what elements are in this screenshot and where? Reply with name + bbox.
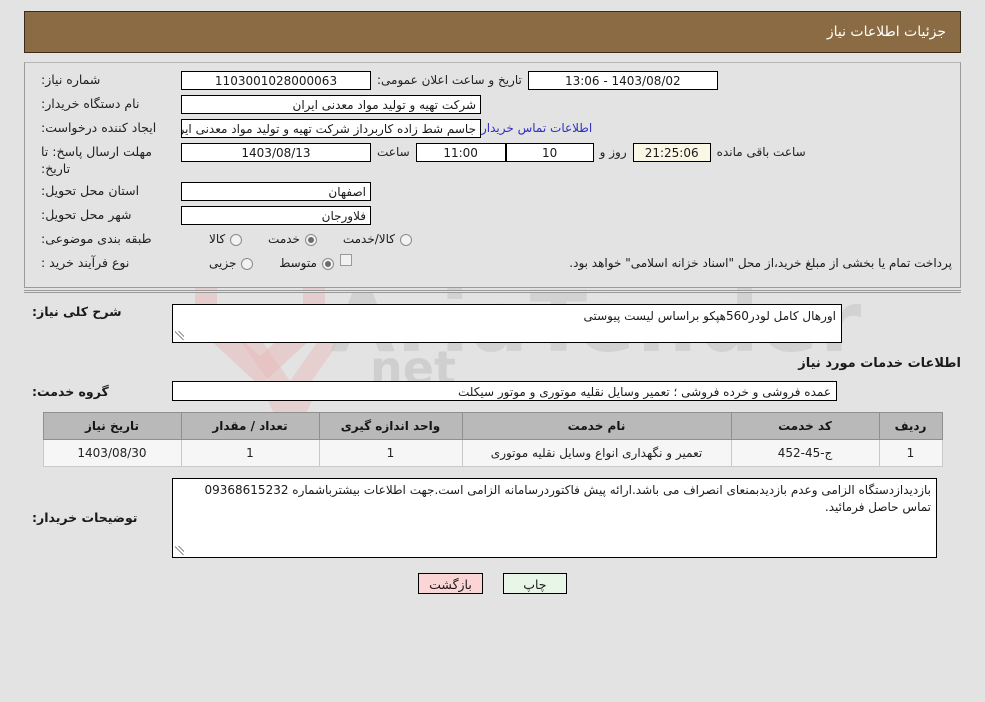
creator-value: جاسم شط زاده کاربرداز شرکت تهیه و تولید … — [181, 119, 481, 138]
public-announce-label: تاریخ و ساعت اعلان عمومی: — [377, 73, 522, 87]
process-option-0-label: جزیی — [209, 256, 237, 270]
row-deadline: ساعت باقی مانده 21:25:06 روز و 10 11:00 … — [25, 143, 960, 177]
services-heading: اطلاعات خدمات مورد نیاز — [798, 356, 961, 371]
th-name: نام خدمت — [461, 412, 732, 440]
creator-label: ایجاد کننده درخواست: — [41, 120, 157, 135]
deadline-date-value: 1403/08/13 — [181, 143, 371, 162]
page-root: جزئیات اطلاعات نیاز 13:06 - 1403/08/02 ت… — [0, 11, 985, 594]
row-service-group: عمده فروشی و خرده فروشی ؛ تعمیر وسایل نق… — [24, 381, 961, 401]
row-creator: اطلاعات تماس خریدار جاسم شط زاده کاربردا… — [25, 119, 960, 138]
public-announce-value: 13:06 - 1403/08/02 — [527, 71, 718, 90]
province-value: اصفهان — [181, 182, 371, 201]
treasury-checkbox[interactable] — [339, 254, 352, 266]
action-buttons: بازگشت چاپ — [24, 573, 961, 594]
th-unit: واحد اندازه گیری — [318, 412, 463, 440]
category-option-0-label: کالا — [209, 232, 226, 246]
category-option-0[interactable]: کالا — [209, 230, 243, 249]
deadline-time-value: 11:00 — [415, 143, 506, 162]
row-province: اصفهان استان محل تحویل: — [25, 182, 960, 201]
services-section: اورهال کامل لودر560هپکو براساس لیست پیوس… — [24, 293, 961, 594]
buyer-notes-textarea[interactable]: بازدیدازدستگاه الزامی وعدم بازدیدبمنعای … — [172, 478, 937, 558]
cell-index: 1 — [878, 439, 943, 467]
radio-icon[interactable] — [241, 257, 254, 270]
cell-code: ج-45-452 — [730, 439, 880, 467]
buyer-notes-label: توضیحات خریدار: — [32, 510, 138, 525]
row-process: پرداخت تمام یا بخشی از مبلغ خرید،از محل … — [25, 254, 960, 273]
hour-label: ساعت — [377, 145, 410, 159]
process-label: نوع فرآیند خرید : — [41, 255, 130, 270]
process-option-1-label: متوسط — [279, 256, 317, 270]
th-index: ردیف — [878, 412, 943, 440]
category-option-1-label: خدمت — [268, 232, 300, 246]
general-description-textarea[interactable]: اورهال کامل لودر560هپکو براساس لیست پیوس… — [172, 304, 842, 343]
page-header-bar: جزئیات اطلاعات نیاز — [24, 11, 961, 53]
category-option-2-label: کالا/خدمت — [342, 232, 395, 246]
buyer-org-value: شرکت تهیه و تولید مواد معدنی ایران — [181, 95, 481, 114]
service-group-label: گروه خدمت: — [32, 383, 109, 399]
row-city: فلاورجان شهر محل تحویل: — [25, 206, 960, 225]
radio-icon[interactable] — [321, 257, 334, 270]
service-group-value: عمده فروشی و خرده فروشی ؛ تعمیر وسایل نق… — [172, 381, 837, 401]
row-category: کالا/خدمت خدمت کالا طبقه بندی موضوعی: — [25, 230, 960, 249]
treasury-note: پرداخت تمام یا بخشی از مبلغ خرید،از محل … — [569, 256, 952, 270]
row-need-number: 13:06 - 1403/08/02 تاریخ و ساعت اعلان عم… — [25, 71, 960, 90]
radio-icon[interactable] — [400, 233, 412, 246]
th-quantity: تعداد / مقدار — [180, 412, 320, 440]
buyer-org-label: نام دستگاه خریدار: — [41, 96, 140, 111]
radio-icon[interactable] — [230, 233, 243, 246]
print-button[interactable]: چاپ — [502, 573, 567, 594]
table-row: 1 ج-45-452 تعمیر و نگهداری انواع وسایل ن… — [42, 439, 943, 467]
process-option-1[interactable]: متوسط — [279, 254, 334, 273]
category-option-2[interactable]: کالا/خدمت — [343, 230, 412, 249]
need-number-label: شماره نیاز: — [41, 72, 101, 87]
radio-icon[interactable] — [304, 233, 317, 246]
cell-need-date: 1403/08/30 — [42, 439, 182, 467]
need-info-grid: 13:06 - 1403/08/02 تاریخ و ساعت اعلان عم… — [25, 63, 960, 287]
cell-quantity: 1 — [180, 439, 320, 467]
process-option-0[interactable]: جزیی — [209, 254, 254, 273]
row-buyer-org: شرکت تهیه و تولید مواد معدنی ایران نام د… — [25, 95, 960, 114]
cell-name: تعمیر و نگهداری انواع وسایل نقلیه موتوری — [461, 439, 732, 467]
remaining-label: ساعت باقی مانده — [716, 145, 806, 159]
city-label: شهر محل تحویل: — [41, 207, 132, 222]
th-need-date: تاریخ نیاز — [42, 412, 182, 440]
cell-unit: 1 — [318, 439, 463, 467]
row-buyer-notes: بازدیدازدستگاه الزامی وعدم بازدیدبمنعای … — [24, 478, 961, 558]
days-value: 10 — [505, 143, 594, 162]
th-code: کد خدمت — [730, 412, 880, 440]
page-title: جزئیات اطلاعات نیاز — [826, 24, 946, 40]
need-number-value: 1103001028000063 — [181, 71, 371, 90]
city-value: فلاورجان — [181, 206, 371, 225]
process-radio-group: متوسط جزیی — [181, 254, 334, 273]
category-radio-group: کالا/خدمت خدمت کالا — [181, 230, 412, 249]
need-info-panel: 13:06 - 1403/08/02 تاریخ و ساعت اعلان عم… — [24, 62, 961, 288]
back-button[interactable]: بازگشت — [418, 573, 483, 594]
general-description-label: شرح کلی نیاز: — [32, 304, 122, 319]
table-header-row: ردیف کد خدمت نام خدمت واحد اندازه گیری ت… — [42, 412, 943, 440]
buyer-contact-link[interactable]: اطلاعات تماس خریدار — [481, 119, 602, 138]
countdown-value: 21:25:06 — [632, 143, 711, 162]
province-label: استان محل تحویل: — [41, 183, 140, 198]
row-general-description: اورهال کامل لودر560هپکو براساس لیست پیوس… — [24, 304, 961, 343]
category-label: طبقه بندی موضوعی: — [41, 231, 152, 246]
deadline-label: مهلت ارسال پاسخ: تا تاریخ: — [41, 144, 152, 176]
services-table: ردیف کد خدمت نام خدمت واحد اندازه گیری ت… — [42, 412, 943, 467]
days-label: روز و — [599, 145, 627, 159]
category-option-1[interactable]: خدمت — [268, 230, 317, 249]
